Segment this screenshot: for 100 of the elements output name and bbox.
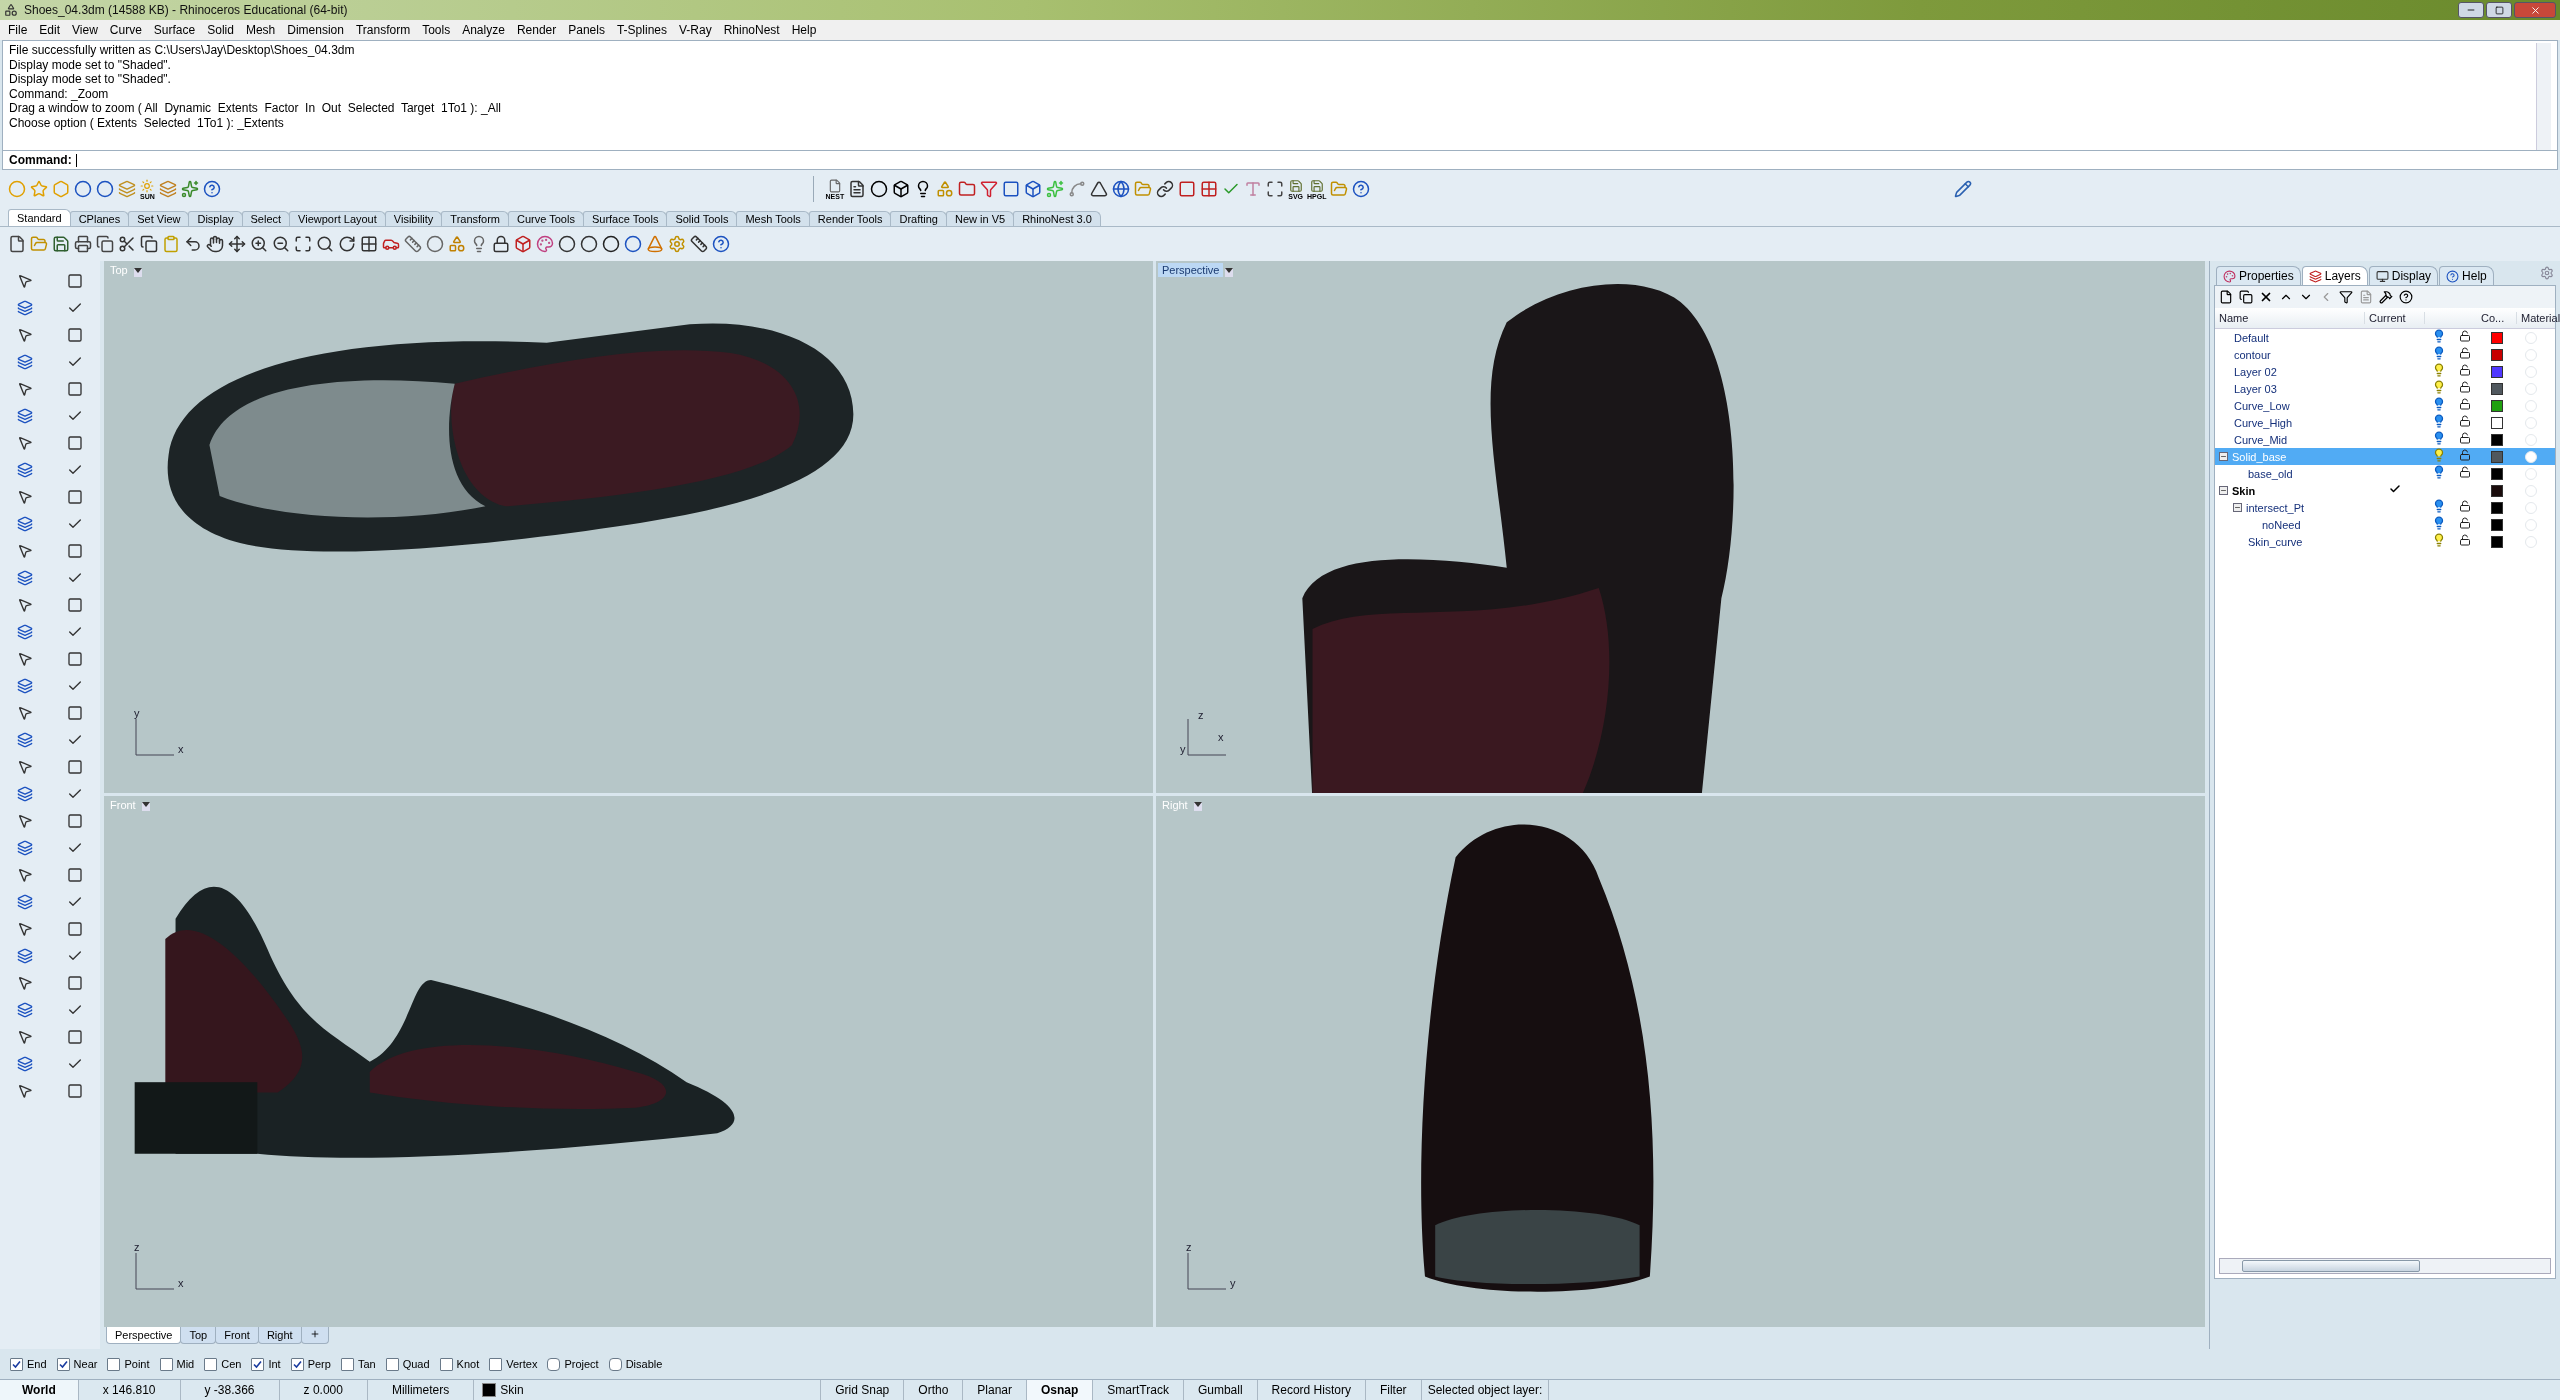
menu-item[interactable]: Panels — [562, 23, 611, 37]
panel-tab[interactable]: Layers — [2301, 266, 2368, 285]
undo-icon[interactable] — [184, 235, 202, 253]
unlocked-icon[interactable] — [2459, 398, 2471, 410]
rectangle-icon[interactable] — [67, 380, 83, 397]
bulb-icon[interactable] — [2432, 516, 2446, 530]
palette-icon[interactable] — [536, 235, 554, 253]
grid-icon[interactable] — [360, 235, 378, 253]
unlocked-icon[interactable] — [2459, 364, 2471, 376]
collapse-toggle[interactable] — [2219, 452, 2228, 461]
status-toggle[interactable]: Ortho — [904, 1380, 964, 1400]
rectangle-icon[interactable] — [67, 920, 83, 937]
pointer-icon[interactable] — [17, 326, 33, 343]
toolbar-tab[interactable]: New in V5 — [946, 211, 1015, 226]
menu-item[interactable]: T-Splines — [610, 23, 673, 37]
save-icon[interactable] — [52, 235, 70, 253]
bulb-icon[interactable] — [2432, 431, 2446, 445]
bulb-icon[interactable] — [2432, 414, 2446, 428]
layer-row[interactable]: Skin — [2215, 482, 2555, 499]
maximize-button[interactable] — [2486, 2, 2512, 18]
panel-tab[interactable]: Properties — [2216, 266, 2301, 285]
menu-item[interactable]: View — [66, 23, 104, 37]
caret-icon[interactable] — [1193, 802, 1202, 811]
pointer-icon[interactable] — [17, 650, 33, 667]
panel-tab[interactable]: Display — [2368, 266, 2439, 285]
rectangle-icon[interactable] — [67, 326, 83, 343]
layer-color-swatch[interactable] — [2491, 416, 2503, 429]
bulb-icon[interactable] — [2432, 465, 2446, 479]
unlocked-icon[interactable] — [2459, 466, 2471, 478]
layer-row[interactable]: intersect_Pt — [2215, 499, 2555, 516]
status-toggle[interactable]: Filter — [1365, 1380, 1422, 1400]
layer-row[interactable]: Skin_curve — [2215, 533, 2555, 550]
toolbar-tab[interactable]: Standard — [8, 209, 71, 226]
toolbar-tab[interactable]: Display — [188, 211, 243, 226]
viewport[interactable]: Right z y — [1156, 795, 2205, 1327]
unlocked-icon[interactable] — [2459, 330, 2471, 342]
menu-item[interactable]: Curve — [103, 23, 148, 37]
layer-row[interactable]: Layer 02 — [2215, 363, 2555, 380]
cone-icon[interactable] — [646, 235, 664, 253]
ruler-icon[interactable] — [404, 235, 422, 253]
unlocked-icon[interactable] — [2459, 517, 2471, 529]
layer-row[interactable]: contour — [2215, 346, 2555, 363]
pointer-icon[interactable] — [17, 542, 33, 559]
frame-icon[interactable] — [1178, 180, 1197, 198]
cut-icon[interactable] — [118, 235, 136, 253]
unlocked-icon[interactable] — [2459, 432, 2471, 444]
checkbox[interactable] — [204, 1357, 218, 1371]
box-icon[interactable] — [892, 180, 911, 198]
status-toggle[interactable]: Gumball — [1183, 1380, 1258, 1400]
rectangle-icon[interactable] — [67, 866, 83, 883]
toolbar-tab[interactable]: Render Tools — [808, 211, 892, 226]
minimize-button[interactable] — [2458, 2, 2484, 18]
filter-icon[interactable] — [2339, 290, 2353, 304]
pointer-icon[interactable] — [17, 704, 33, 721]
hand-icon[interactable] — [206, 235, 224, 253]
pointer-icon[interactable] — [17, 488, 33, 505]
lock-icon[interactable] — [492, 235, 510, 253]
rectangle-icon[interactable] — [67, 974, 83, 991]
grid-icon[interactable] — [1200, 180, 1219, 198]
hammer-icon[interactable] — [2379, 290, 2393, 304]
pointer-icon[interactable] — [17, 1082, 33, 1099]
checkbox[interactable] — [439, 1357, 453, 1371]
layer-color-swatch[interactable] — [2491, 382, 2503, 395]
toolbar-tab[interactable]: Drafting — [890, 211, 947, 226]
viewport-tab[interactable]: Right — [257, 1327, 302, 1344]
pointer-icon[interactable] — [17, 812, 33, 829]
stack-icon[interactable] — [158, 180, 177, 198]
layer-color-swatch[interactable] — [2491, 484, 2503, 497]
zoom-in-icon[interactable] — [250, 235, 268, 253]
new-layer-icon[interactable] — [2219, 290, 2233, 304]
add-tab-button[interactable] — [300, 1327, 329, 1344]
circle-icon[interactable] — [426, 235, 444, 253]
rectangle-icon[interactable] — [67, 650, 83, 667]
triangle-icon[interactable] — [1090, 180, 1109, 198]
scroll-thumb[interactable] — [2242, 1260, 2421, 1272]
column-header[interactable]: Current — [2365, 312, 2425, 324]
checkbox[interactable] — [489, 1357, 503, 1371]
pointer-icon[interactable] — [17, 758, 33, 775]
menu-item[interactable]: Analyze — [456, 23, 511, 37]
menu-item[interactable]: Solid — [201, 23, 240, 37]
delete-icon[interactable] — [2259, 290, 2273, 304]
pointer-icon[interactable] — [17, 866, 33, 883]
pointer-icon[interactable] — [17, 1028, 33, 1045]
layer-color-swatch[interactable] — [2491, 518, 2503, 531]
toolbar-tab[interactable]: Set View — [128, 211, 190, 226]
rotate-icon[interactable] — [338, 235, 356, 253]
status-toggle[interactable]: Osnap — [1027, 1380, 1094, 1400]
copy-icon[interactable] — [140, 235, 158, 253]
layer-color-swatch[interactable] — [2491, 365, 2503, 378]
menu-item[interactable]: Transform — [349, 23, 417, 37]
column-header[interactable]: Material — [2517, 312, 2560, 324]
pointer-icon[interactable] — [17, 920, 33, 937]
rectangle-icon[interactable] — [67, 1082, 83, 1099]
pointer-icon[interactable] — [17, 596, 33, 613]
rectangle-icon[interactable] — [67, 596, 83, 613]
checkbox[interactable] — [547, 1357, 561, 1371]
toolbar-tab[interactable]: Visibility — [384, 211, 443, 226]
document-icon[interactable] — [848, 180, 867, 198]
move-icon[interactable] — [228, 235, 246, 253]
scroll-bar[interactable] — [2219, 1258, 2551, 1274]
